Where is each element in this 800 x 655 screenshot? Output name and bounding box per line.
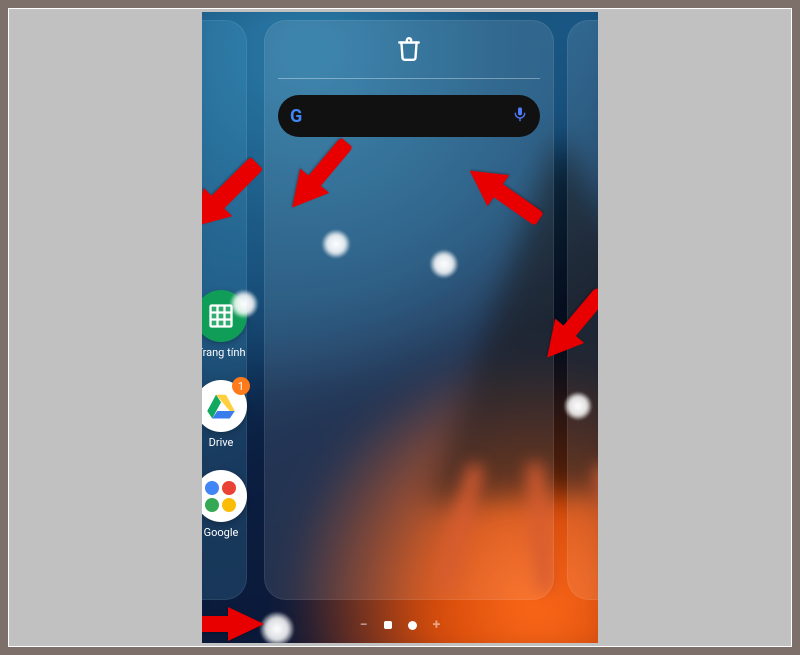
drive-icon: 1 bbox=[202, 380, 247, 432]
divider bbox=[278, 78, 540, 79]
highlight-dot bbox=[564, 392, 592, 420]
google-logo: G bbox=[290, 106, 302, 127]
drive-label: Drive bbox=[209, 436, 234, 449]
sheets-label: Trang tính bbox=[202, 346, 246, 359]
add-page-icon[interactable]: + bbox=[433, 617, 441, 633]
home-page-center[interactable]: G bbox=[264, 20, 554, 600]
highlight-dot bbox=[430, 250, 458, 278]
drive-badge: 1 bbox=[232, 377, 250, 395]
page-indicator-bar[interactable]: − + bbox=[202, 617, 598, 633]
highlight-dot bbox=[230, 290, 258, 318]
app-drive[interactable]: 1 Drive bbox=[202, 380, 247, 449]
app-google-folder[interactable]: Google bbox=[202, 470, 247, 539]
home-indicator-icon[interactable] bbox=[384, 621, 392, 629]
google-folder-label: Google bbox=[204, 526, 239, 539]
page-dot-current[interactable] bbox=[408, 621, 417, 630]
mic-icon[interactable] bbox=[512, 106, 528, 126]
highlight-dot bbox=[322, 230, 350, 258]
google-search-widget[interactable]: G bbox=[278, 95, 540, 137]
screenshot-frame: Trang tính 1 Drive bbox=[8, 8, 792, 647]
trash-icon[interactable] bbox=[396, 36, 422, 66]
google-folder-icon bbox=[202, 470, 247, 522]
remove-page-icon[interactable]: − bbox=[360, 617, 368, 633]
phone-screen: Trang tính 1 Drive bbox=[202, 12, 598, 643]
